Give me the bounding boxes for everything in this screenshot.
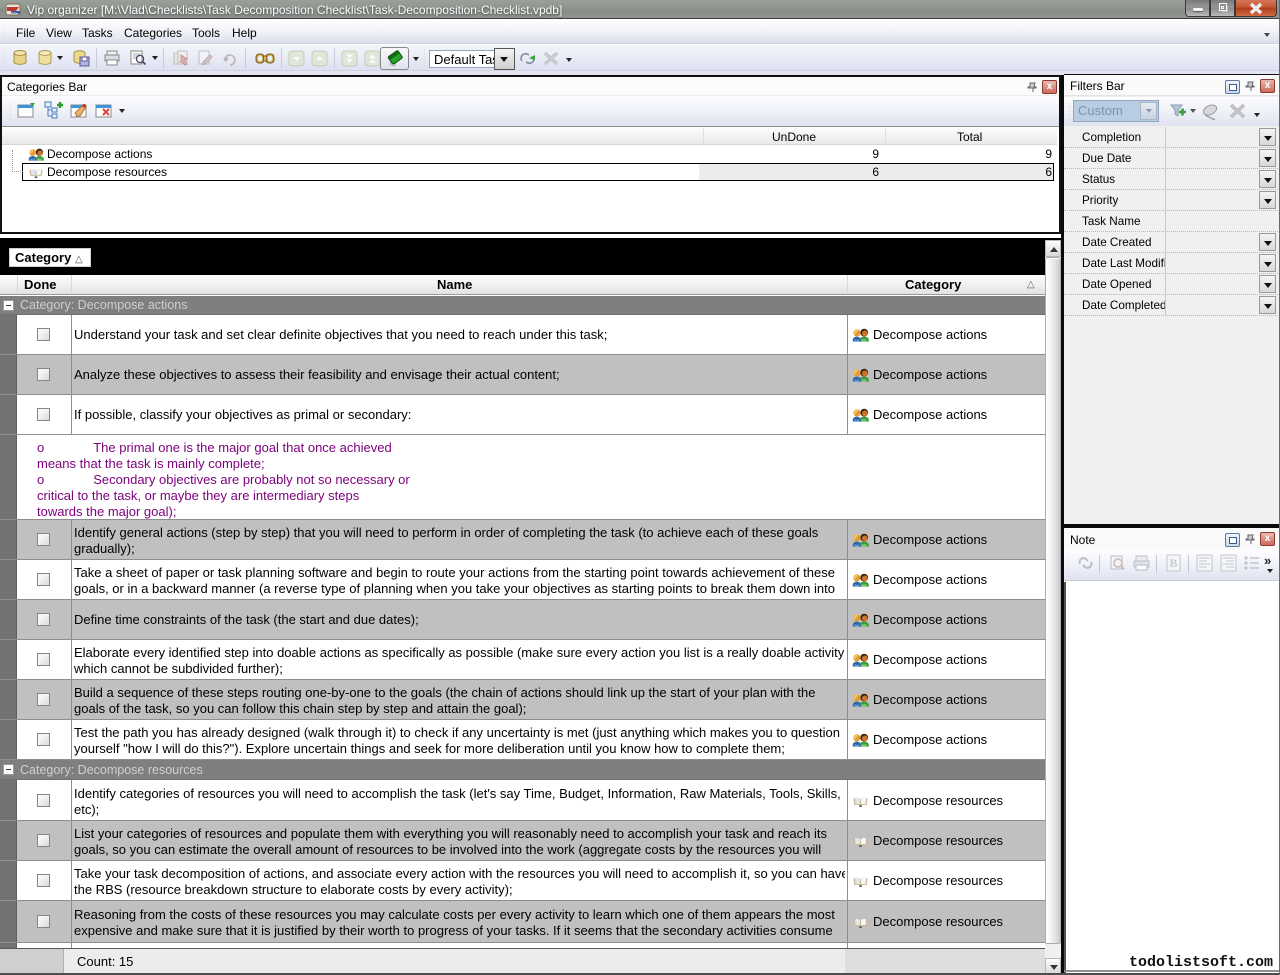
svg-text:B: B [1169,556,1177,570]
